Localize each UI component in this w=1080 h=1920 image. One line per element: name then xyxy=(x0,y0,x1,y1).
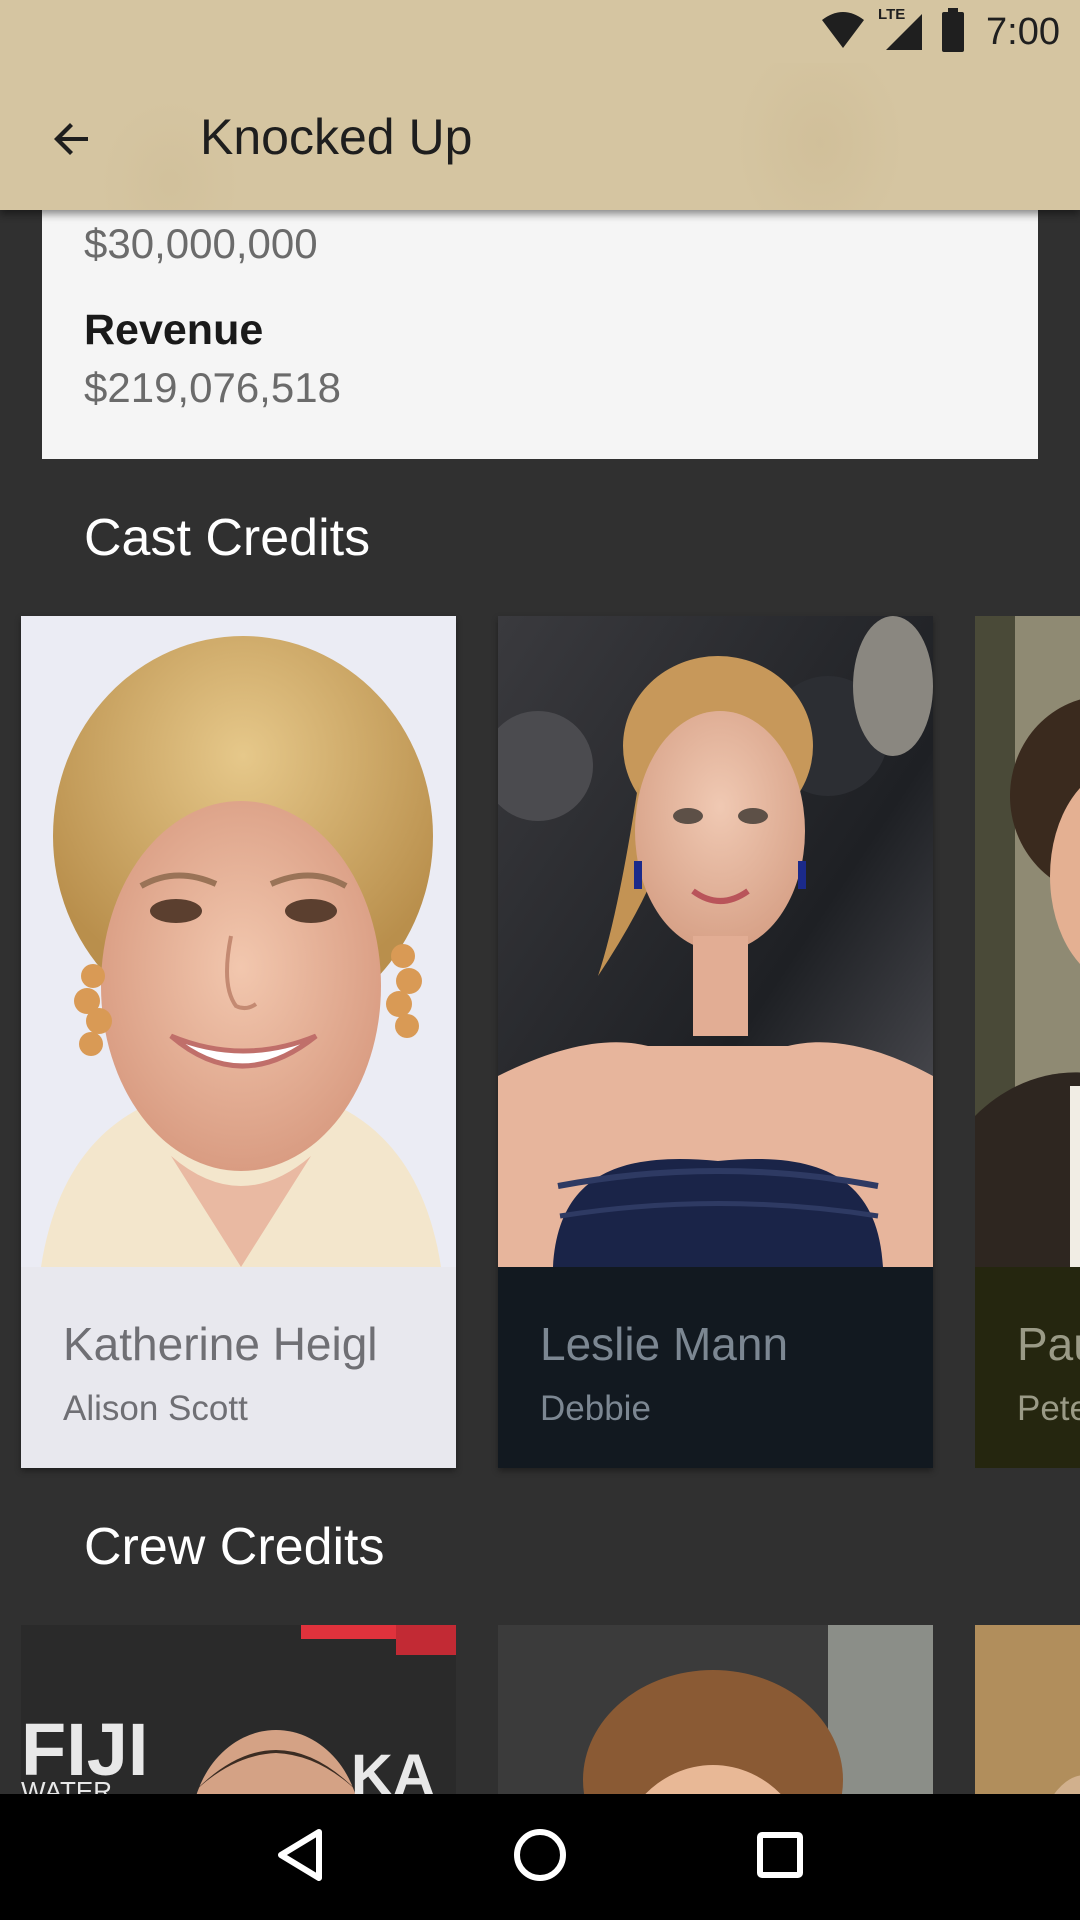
wifi-icon xyxy=(820,10,866,55)
crew-card-2[interactable] xyxy=(498,1625,933,1794)
battery-icon xyxy=(940,7,966,57)
cell-signal-icon: LTE xyxy=(878,5,926,57)
crew-photo xyxy=(498,1625,933,1794)
status-clock: 7:00 xyxy=(986,10,1060,53)
toolbar-backdrop xyxy=(0,63,1080,210)
svg-text:WATER: WATER xyxy=(21,1776,112,1794)
screen: $30,000,000 Revenue $219,076,518 Cast Cr… xyxy=(0,0,1080,1920)
app-toolbar: Knocked Up xyxy=(0,63,1080,210)
back-button[interactable] xyxy=(36,105,108,177)
cast-role: Debbie xyxy=(540,1389,651,1428)
status-bar: LTE 7:00 xyxy=(0,0,1080,63)
status-icons: LTE 7:00 xyxy=(820,5,1060,57)
recents-square-icon xyxy=(755,1830,805,1885)
cast-role: Pete xyxy=(1017,1389,1080,1428)
page-title: Knocked Up xyxy=(200,109,473,165)
nav-back-button[interactable] xyxy=(252,1809,348,1905)
budget-value: $30,000,000 xyxy=(84,220,318,267)
crew-card-partial[interactable] xyxy=(975,1625,1080,1794)
cast-role: Alison Scott xyxy=(63,1389,248,1428)
cast-caption: Katherine Heigl Alison Scott xyxy=(21,1267,456,1468)
svg-text:KA: KA xyxy=(351,1743,435,1794)
scroll-content[interactable]: $30,000,000 Revenue $219,076,518 Cast Cr… xyxy=(0,0,1080,1794)
revenue-label: Revenue xyxy=(84,306,264,354)
crew-photo xyxy=(975,1625,1080,1794)
cast-card-partial[interactable]: Pau Pete xyxy=(975,616,1080,1468)
cast-name: Leslie Mann xyxy=(540,1318,789,1370)
crew-card-1[interactable]: FIJI WATER KA xyxy=(21,1625,456,1794)
cast-photo xyxy=(498,616,933,1267)
cast-credits-title: Cast Credits xyxy=(84,509,371,567)
cast-name: Katherine Heigl xyxy=(63,1318,378,1370)
cast-caption: Leslie Mann Debbie xyxy=(498,1267,933,1468)
network-type-label: LTE xyxy=(878,5,906,23)
crew-credits-title: Crew Credits xyxy=(84,1518,385,1576)
nav-recents-button[interactable] xyxy=(732,1809,828,1905)
cast-photo xyxy=(21,616,456,1267)
cast-name: Pau xyxy=(1017,1318,1080,1370)
system-nav-bar xyxy=(0,1794,1080,1920)
cast-caption: Pau Pete xyxy=(975,1267,1080,1468)
cast-card-katherine-heigl[interactable]: Katherine Heigl Alison Scott xyxy=(21,616,456,1468)
back-triangle-icon xyxy=(275,1828,325,1887)
cast-card-leslie-mann[interactable]: Leslie Mann Debbie xyxy=(498,616,933,1468)
cast-photo xyxy=(975,616,1080,1267)
revenue-value: $219,076,518 xyxy=(84,364,341,411)
arrow-back-icon xyxy=(48,115,96,168)
crew-photo: FIJI WATER KA xyxy=(21,1625,456,1794)
home-circle-icon xyxy=(512,1827,568,1888)
nav-home-button[interactable] xyxy=(492,1809,588,1905)
